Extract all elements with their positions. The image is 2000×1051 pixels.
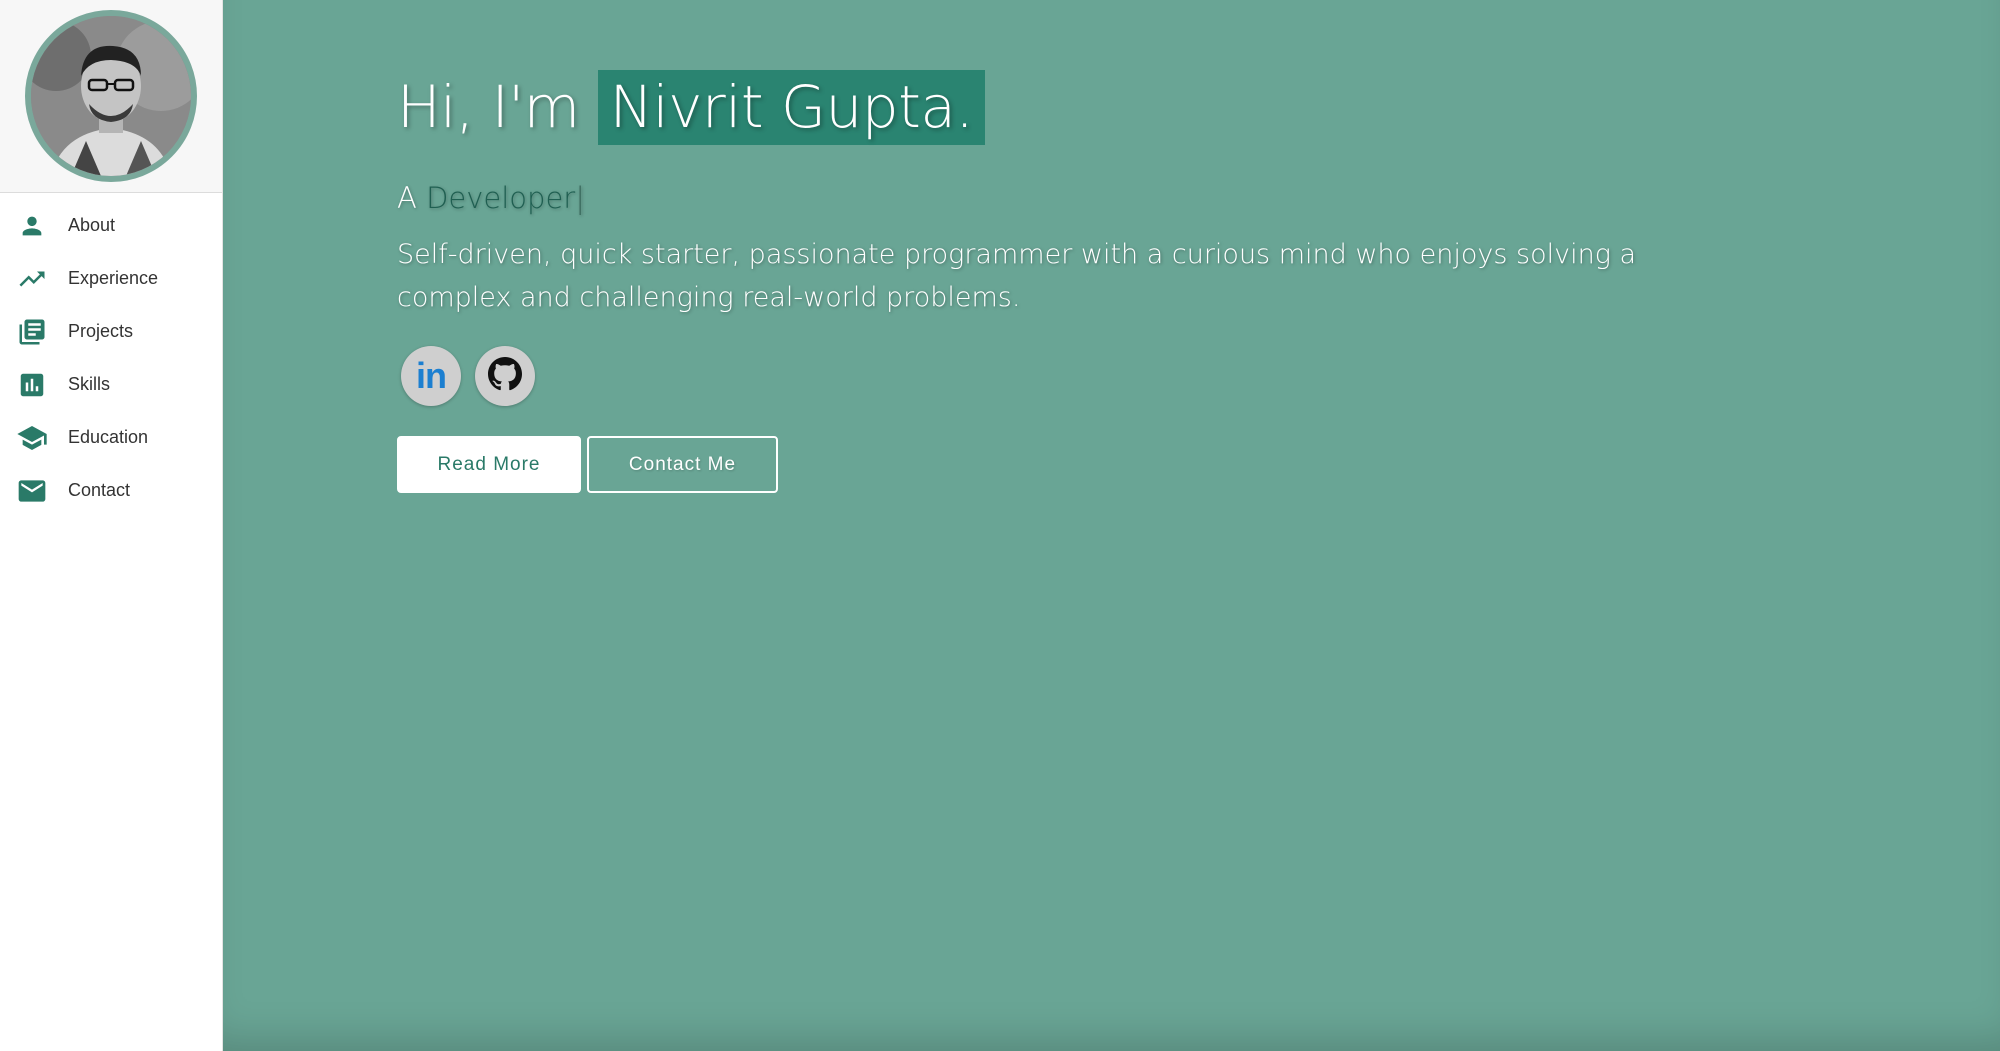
github-icon <box>488 357 522 395</box>
email-icon <box>16 475 48 507</box>
sidebar-item-label: Contact <box>68 480 131 500</box>
sidebar-item-contact[interactable]: Contact <box>0 464 222 517</box>
person-icon <box>16 210 48 242</box>
hero-section: Hi, I'm Nivrit Gupta. A Developer| Self-… <box>223 0 2000 1051</box>
sidebar-item-label: Projects <box>68 321 134 341</box>
hero-headline: Hi, I'm Nivrit Gupta. <box>397 70 1757 145</box>
avatar <box>25 10 197 182</box>
social-links: in <box>397 346 1757 406</box>
sidebar-item-education[interactable]: Education <box>0 411 222 464</box>
hero-subtitle: A Developer| <box>397 181 1757 215</box>
sidebar-item-label: Experience <box>68 268 159 288</box>
linkedin-icon: in <box>416 355 447 396</box>
avatar-container <box>0 0 222 193</box>
typing-cursor: | <box>575 181 585 215</box>
school-icon <box>16 422 48 454</box>
subtitle-prefix: A <box>397 181 427 215</box>
hero-content: Hi, I'm Nivrit Gupta. A Developer| Self-… <box>397 70 1757 493</box>
bar-chart-icon <box>16 369 48 401</box>
sidebar-item-projects[interactable]: Projects <box>0 305 222 358</box>
avatar-photo <box>31 16 191 176</box>
sidebar-item-skills[interactable]: Skills <box>0 358 222 411</box>
sidebar-item-experience[interactable]: Experience <box>0 252 222 305</box>
trending-up-icon <box>16 263 48 295</box>
sidebar-item-label: Skills <box>68 374 111 394</box>
hero-buttons: Read More Contact Me <box>397 436 1757 493</box>
sidebar-item-label: Education <box>68 427 149 447</box>
hero-greeting: Hi, I'm <box>397 73 598 141</box>
sidebar: About Experience Projects Skills Educati… <box>0 0 223 1051</box>
read-more-button[interactable]: Read More <box>397 436 581 493</box>
library-books-icon <box>16 316 48 348</box>
sidebar-item-label: About <box>68 215 116 235</box>
hero-name: Nivrit Gupta. <box>597 70 986 145</box>
typed-role: Developer <box>426 181 576 215</box>
sidebar-nav: About Experience Projects Skills Educati… <box>0 193 222 517</box>
app: About Experience Projects Skills Educati… <box>0 0 2000 1051</box>
linkedin-button[interactable]: in <box>401 346 461 406</box>
sidebar-item-about[interactable]: About <box>0 199 222 252</box>
hero-description: Self-driven, quick starter, passionate p… <box>397 239 1637 313</box>
contact-me-button[interactable]: Contact Me <box>587 436 778 493</box>
github-button[interactable] <box>475 346 535 406</box>
